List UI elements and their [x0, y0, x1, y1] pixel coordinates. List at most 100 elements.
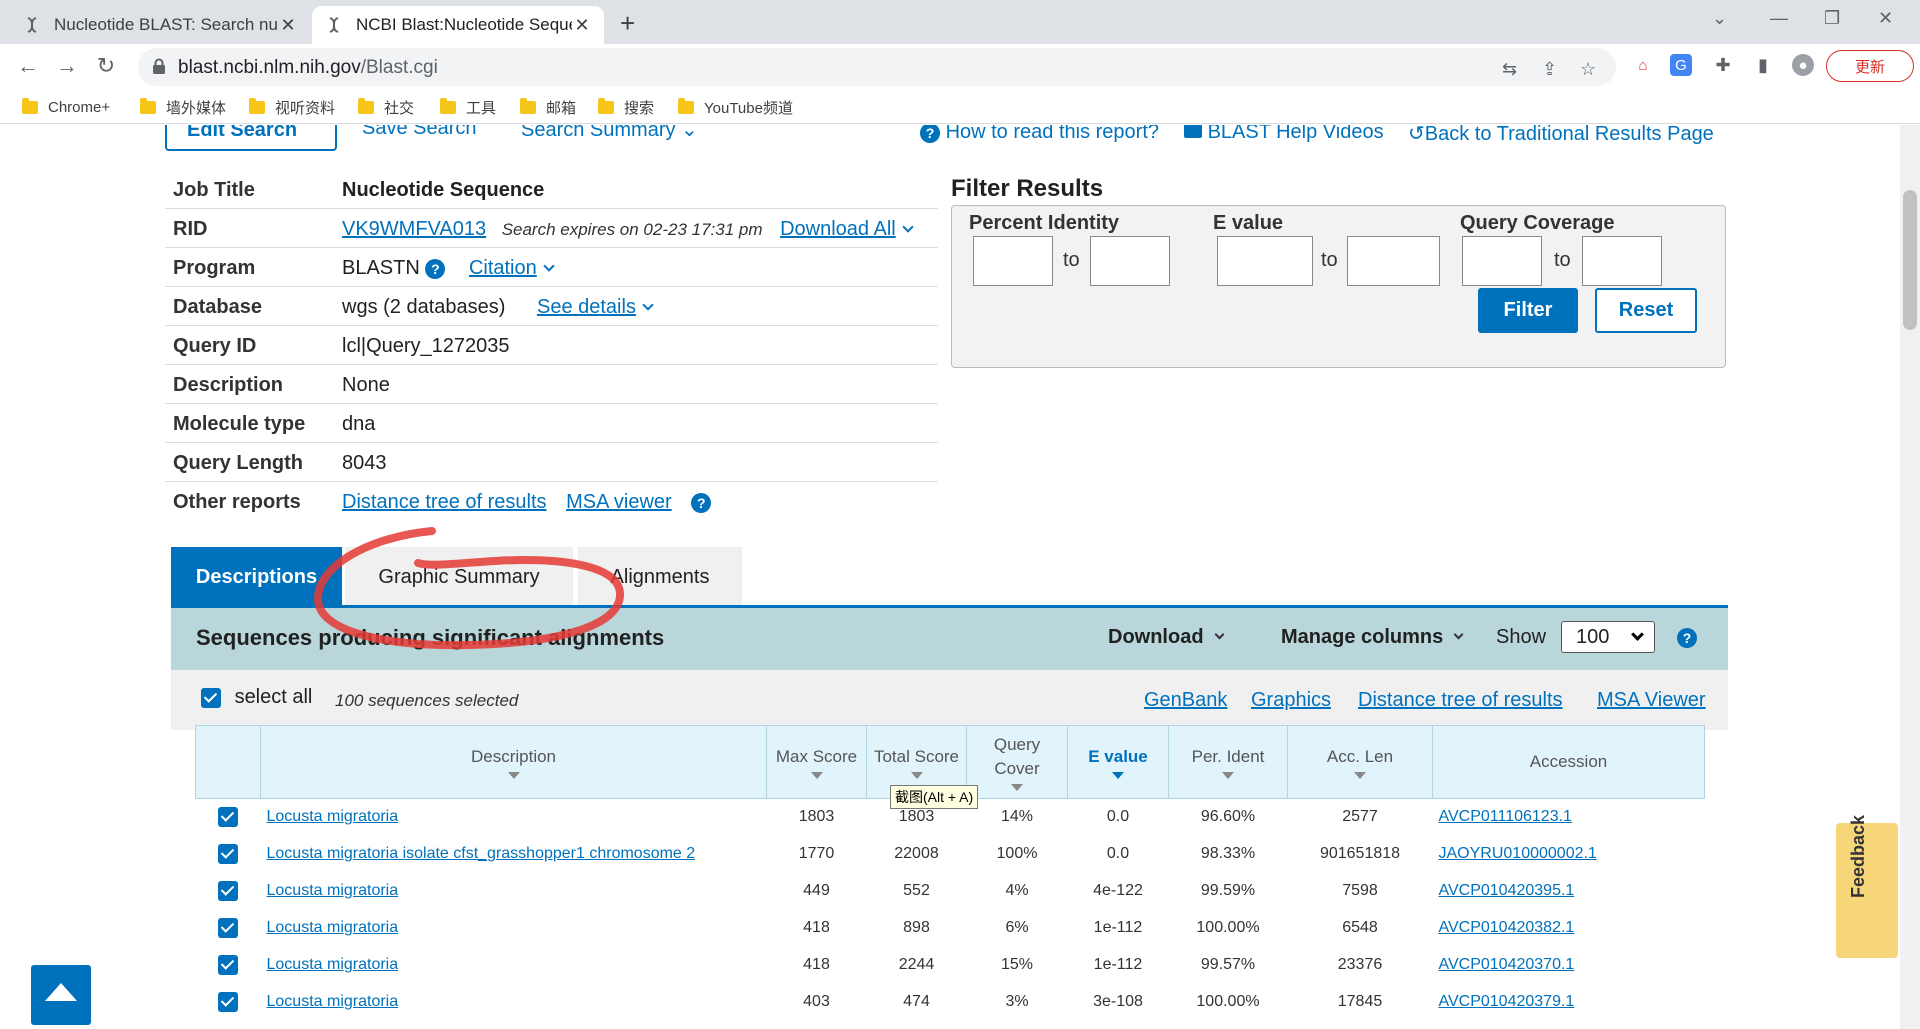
- row-select-checkbox[interactable]: [196, 984, 261, 1021]
- how-to-read-link[interactable]: ? How to read this report?: [920, 125, 1159, 144]
- e-value-max-input[interactable]: [1347, 236, 1440, 286]
- row-select-checkbox[interactable]: [196, 836, 261, 873]
- bookmark-folder[interactable]: YouTube频道: [678, 96, 793, 118]
- scrollbar-thumb[interactable]: [1903, 190, 1917, 330]
- description-link[interactable]: Locusta migratoria: [267, 956, 399, 973]
- row-select-checkbox[interactable]: [196, 910, 261, 947]
- row-select-checkbox[interactable]: [196, 947, 261, 984]
- row-select-checkbox[interactable]: [196, 873, 261, 910]
- search-summary-link[interactable]: Search Summary ⌄: [521, 125, 698, 142]
- distance-tree-link[interactable]: Distance tree of results: [342, 491, 547, 513]
- help-icon[interactable]: ?: [425, 258, 446, 279]
- description-link[interactable]: Locusta migratoria: [267, 808, 399, 825]
- see-details-link[interactable]: See details: [537, 296, 654, 318]
- bookmark-star-icon[interactable]: ☆: [1580, 59, 1596, 80]
- browser-tab-blast-results[interactable]: NCBI Blast:Nucleotide Sequenc ✕: [312, 6, 604, 44]
- bookmark-folder[interactable]: 工具: [440, 96, 496, 118]
- accession-link[interactable]: AVCP010420370.1: [1439, 956, 1575, 973]
- msa-viewer-link[interactable]: MSA viewer: [566, 491, 672, 513]
- acc-len-column-header[interactable]: Acc. Len: [1287, 725, 1433, 799]
- tab-graphic-summary[interactable]: Graphic Summary: [345, 547, 573, 607]
- tab-alignments[interactable]: Alignments: [578, 547, 742, 607]
- share-icon[interactable]: ⇪: [1542, 59, 1557, 80]
- show-count-select[interactable]: 100: [1561, 621, 1655, 653]
- profile-avatar-icon[interactable]: ●: [1792, 54, 1814, 76]
- page-scrollbar[interactable]: [1900, 125, 1920, 1029]
- cell-len: 23376: [1337, 956, 1383, 973]
- chevron-down-icon: [642, 299, 654, 311]
- help-icon[interactable]: ?: [1677, 628, 1697, 648]
- row-select-checkbox[interactable]: [196, 799, 261, 836]
- tab-search-icon[interactable]: ⌄: [1712, 8, 1727, 29]
- extensions-puzzle-icon[interactable]: ✚: [1712, 54, 1734, 76]
- bookmark-folder[interactable]: 搜索: [598, 96, 654, 118]
- accession-link[interactable]: AVCP011106123.1: [1439, 808, 1572, 825]
- percent-identity-min-input[interactable]: [973, 236, 1053, 286]
- max-score-column-header[interactable]: Max Score: [766, 725, 867, 799]
- back-icon[interactable]: ←: [14, 52, 42, 80]
- feedback-button[interactable]: Feedback: [1836, 815, 1898, 958]
- bookmark-folder[interactable]: 邮箱: [520, 96, 576, 118]
- download-all-link[interactable]: Download All: [780, 218, 914, 240]
- bookmark-folder[interactable]: 社交: [358, 96, 414, 118]
- e-value-column-header[interactable]: E value: [1067, 725, 1169, 799]
- save-search-link[interactable]: Save Search: [362, 125, 477, 140]
- update-button[interactable]: 更新: [1826, 50, 1914, 82]
- bookmark-folder[interactable]: 墙外媒体: [140, 96, 226, 118]
- query-coverage-max-input[interactable]: [1582, 236, 1662, 286]
- back-to-top-button[interactable]: [31, 965, 91, 1025]
- close-icon[interactable]: ✕: [572, 15, 592, 36]
- home-extension-icon[interactable]: ⌂: [1632, 54, 1654, 76]
- description-link[interactable]: Locusta migratoria: [267, 919, 399, 936]
- minimize-icon[interactable]: —: [1770, 8, 1788, 29]
- reload-icon[interactable]: ↻: [92, 52, 120, 80]
- window-close-icon[interactable]: ✕: [1878, 8, 1893, 29]
- manage-columns-menu[interactable]: Manage columns: [1281, 626, 1464, 649]
- maximize-icon[interactable]: ❐: [1824, 8, 1840, 29]
- tab-descriptions[interactable]: Descriptions: [171, 547, 342, 607]
- address-bar[interactable]: blast.ncbi.nlm.nih.gov/Blast.cgi ⇆ ⇪ ☆: [138, 48, 1616, 86]
- rid-link[interactable]: VK9WMFVA013: [342, 218, 486, 240]
- percent-identity-max-input[interactable]: [1090, 236, 1170, 286]
- translate-icon[interactable]: ⇆: [1502, 59, 1517, 80]
- help-icon[interactable]: ?: [691, 492, 712, 513]
- google-translate-icon[interactable]: G: [1670, 54, 1692, 76]
- bookmark-folder[interactable]: Chrome+: [22, 96, 110, 118]
- description-column-header[interactable]: Description: [260, 725, 767, 799]
- genbank-link[interactable]: GenBank: [1144, 689, 1227, 712]
- query-cover-column-header[interactable]: Query Cover: [966, 725, 1068, 799]
- reset-button[interactable]: Reset: [1595, 288, 1697, 333]
- graphics-link[interactable]: Graphics: [1251, 689, 1331, 712]
- citation-link[interactable]: Citation: [469, 257, 555, 279]
- description-link[interactable]: Locusta migratoria: [267, 882, 399, 899]
- distance-tree-link[interactable]: Distance tree of results: [1358, 689, 1563, 712]
- program-value: BLASTN: [342, 257, 420, 279]
- accession-link[interactable]: JAOYRU010000002.1: [1439, 845, 1597, 862]
- cell-max: 449: [803, 882, 830, 899]
- accession-link[interactable]: AVCP010420379.1: [1439, 993, 1575, 1010]
- filter-button[interactable]: Filter: [1478, 288, 1578, 333]
- new-tab-icon[interactable]: +: [620, 8, 635, 39]
- forward-icon[interactable]: →: [53, 52, 81, 80]
- cell-desc: Locusta migratoria: [261, 799, 767, 836]
- msa-viewer-link[interactable]: MSA Viewer: [1597, 689, 1706, 712]
- download-menu[interactable]: Download: [1108, 626, 1224, 649]
- edit-search-button[interactable]: Edit Search: [165, 125, 337, 151]
- browser-tab-blast-search[interactable]: Nucleotide BLAST: Search nucl ✕: [10, 6, 310, 44]
- per-ident-column-header[interactable]: Per. Ident: [1168, 725, 1288, 799]
- cell-len: 6548: [1342, 919, 1378, 936]
- accession-link[interactable]: AVCP010420395.1: [1439, 882, 1575, 899]
- expiry-text: Search expires on 02-23 17:31 pm: [501, 220, 763, 239]
- select-all-checkbox[interactable]: select all: [201, 686, 312, 709]
- accession-link[interactable]: AVCP010420382.1: [1439, 919, 1575, 936]
- description-link[interactable]: Locusta migratoria isolate cfst_grasshop…: [267, 845, 696, 862]
- database-value: wgs (2 databases): [342, 296, 506, 318]
- query-coverage-min-input[interactable]: [1462, 236, 1542, 286]
- e-value-min-input[interactable]: [1217, 236, 1313, 286]
- back-traditional-link[interactable]: ↺Back to Traditional Results Page: [1408, 125, 1714, 146]
- bookmark-folder[interactable]: 视听资料: [249, 96, 335, 118]
- side-panel-icon[interactable]: ▮: [1752, 54, 1774, 76]
- help-videos-link[interactable]: BLAST Help Videos: [1184, 125, 1384, 144]
- description-link[interactable]: Locusta migratoria: [267, 993, 399, 1010]
- close-icon[interactable]: ✕: [278, 15, 298, 36]
